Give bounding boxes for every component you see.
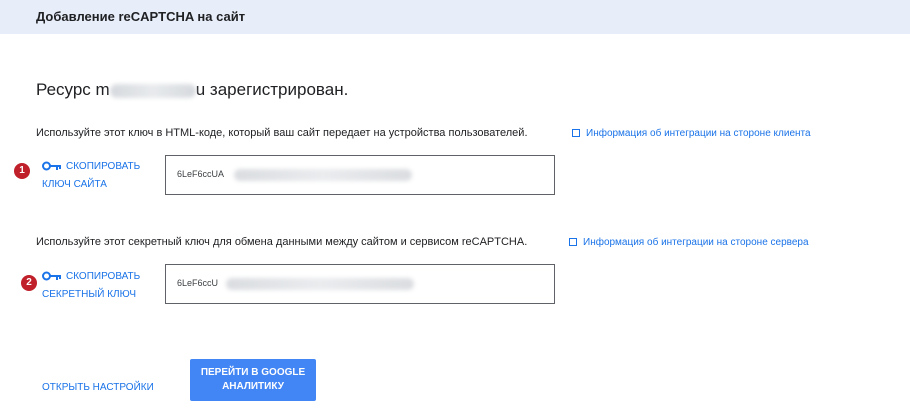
server-integration-link[interactable]: Информация об интеграции на стороне серв… bbox=[569, 237, 809, 248]
step-badge-1: 1 bbox=[14, 163, 30, 179]
secret-key-description: Используйте этот секретный ключ для обме… bbox=[36, 236, 528, 248]
resource-suffix: зарегистрирован. bbox=[205, 80, 349, 99]
site-key-value: 6LeF6ccUA bbox=[177, 169, 225, 179]
secret-key-field[interactable]: 6LeF6ccU bbox=[165, 264, 555, 304]
domain-start: m bbox=[95, 80, 110, 99]
copy-secret-key-line2: СЕКРЕТНЫЙ КЛЮЧ bbox=[42, 289, 137, 300]
secret-key-value: 6LeF6ccU bbox=[177, 278, 219, 288]
copy-site-key-button[interactable]: СКОПИРОВАТЬ КЛЮЧ САЙТА bbox=[42, 158, 140, 194]
registration-message: Ресурс m u зарегистрирован. bbox=[36, 80, 348, 100]
site-key-field[interactable]: 6LeF6ccUA bbox=[165, 155, 555, 195]
copy-site-key-line1: СКОПИРОВАТЬ bbox=[66, 161, 141, 172]
page-header: Добавление reCAPTCHA на сайт bbox=[0, 0, 910, 34]
external-link-icon bbox=[569, 238, 577, 246]
client-integration-link[interactable]: Информация об интеграции на стороне клие… bbox=[572, 128, 811, 139]
server-integration-link-label: Информация об интеграции на стороне серв… bbox=[583, 237, 809, 248]
key-icon bbox=[42, 271, 61, 281]
site-key-blurred bbox=[234, 169, 412, 181]
open-settings-link[interactable]: ОТКРЫТЬ НАСТРОЙКИ bbox=[42, 382, 154, 393]
page-title: Добавление reCAPTCHA на сайт bbox=[36, 9, 246, 24]
external-link-icon bbox=[572, 129, 580, 137]
domain-end: u bbox=[195, 80, 206, 99]
step-badge-2: 2 bbox=[21, 275, 37, 291]
copy-secret-key-line1: СКОПИРОВАТЬ bbox=[66, 271, 141, 282]
secret-key-blurred bbox=[226, 278, 414, 290]
copy-site-key-line2: КЛЮЧ САЙТА bbox=[42, 179, 107, 190]
key-icon bbox=[42, 161, 61, 171]
client-integration-link-label: Информация об интеграции на стороне клие… bbox=[586, 128, 811, 139]
resource-prefix: Ресурс bbox=[36, 80, 96, 99]
site-key-description: Используйте этот ключ в HTML-коде, котор… bbox=[36, 127, 528, 139]
blurred-domain bbox=[109, 83, 196, 98]
go-to-analytics-button[interactable]: ПЕРЕЙТИ В GOOGLE АНАЛИТИКУ bbox=[190, 359, 316, 401]
copy-secret-key-button[interactable]: СКОПИРОВАТЬ СЕКРЕТНЫЙ КЛЮЧ bbox=[42, 268, 140, 304]
